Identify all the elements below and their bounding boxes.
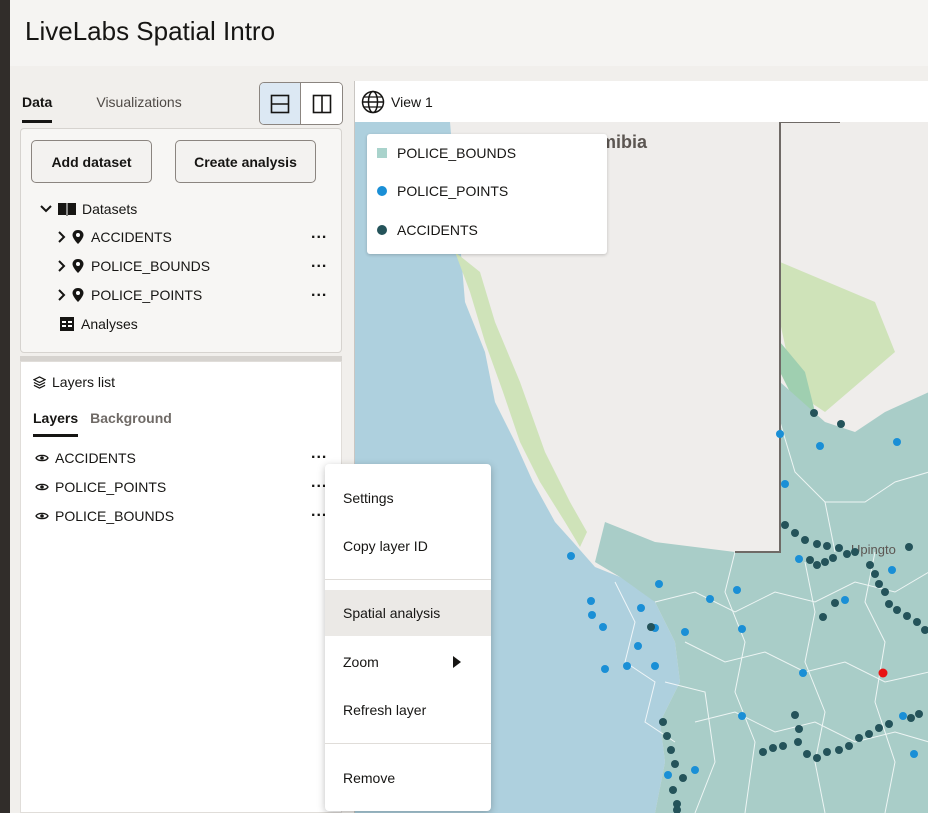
chevron-right-icon (58, 260, 66, 272)
dataset-item-police-points[interactable]: POLICE_POINTS (57, 287, 202, 303)
highlighted-point (878, 668, 888, 678)
view-header: View 1 (355, 81, 928, 122)
layers-tabs: Layers Background (33, 410, 184, 437)
add-dataset-button[interactable]: Add dataset (31, 140, 152, 183)
legend-item-police-bounds: POLICE_BOUNDS (377, 145, 516, 161)
circle-icon (377, 186, 387, 196)
square-icon (377, 148, 387, 158)
layer-name: POLICE_POINTS (55, 479, 167, 495)
layer-item-police-points[interactable]: POLICE_POINTS (35, 479, 166, 495)
legend-label: POLICE_POINTS (397, 183, 509, 199)
map-legend: POLICE_BOUNDS POLICE_POINTS ACCIDENTS (367, 134, 607, 254)
layers-card: Layers list Layers Background ACCIDENTS … (20, 361, 342, 813)
legend-label: POLICE_BOUNDS (397, 145, 517, 161)
tab-visualizations[interactable]: Visualizations (96, 94, 181, 123)
stacked-layout-icon (270, 94, 290, 113)
layers-list-header: Layers list (33, 374, 115, 390)
tab-data[interactable]: Data (22, 94, 53, 123)
menu-item-zoom[interactable]: Zoom (325, 639, 491, 685)
menu-item-refresh-layer[interactable]: Refresh layer (325, 687, 491, 733)
datasets-label: Datasets (82, 201, 138, 217)
stacked-layout-button[interactable] (260, 83, 301, 124)
dataset-name: ACCIDENTS (91, 229, 172, 245)
more-options-button[interactable]: ... (311, 445, 327, 463)
map-pin-icon (72, 259, 84, 273)
legend-label: ACCIDENTS (397, 222, 478, 238)
chevron-right-icon (58, 231, 66, 243)
more-options-button[interactable]: ... (311, 283, 327, 301)
left-panel: Data Visualizations Add dataset Create a… (10, 66, 354, 813)
dataset-item-police-bounds[interactable]: POLICE_BOUNDS (57, 258, 210, 274)
menu-item-spatial-analysis[interactable]: Spatial analysis (325, 590, 491, 636)
eye-icon[interactable] (35, 453, 49, 463)
view-title: View 1 (391, 93, 433, 110)
tab-background[interactable]: Background (90, 410, 172, 437)
app-header: LiveLabs Spatial Intro (10, 0, 928, 66)
chevron-right-icon (58, 289, 66, 301)
menu-divider (325, 579, 491, 580)
layer-name: ACCIDENTS (55, 450, 136, 466)
dataset-item-accidents[interactable]: ACCIDENTS (57, 229, 172, 245)
chevron-down-icon (40, 205, 52, 213)
layer-name: POLICE_BOUNDS (55, 508, 175, 524)
layers-icon (33, 375, 46, 389)
map-pin-icon (72, 230, 84, 244)
layer-context-menu: Settings Copy layer ID Spatial analysis … (325, 464, 491, 811)
book-icon (58, 203, 76, 216)
circle-icon (377, 225, 387, 235)
panel-tabs: Data Visualizations (22, 94, 226, 123)
layer-item-police-bounds[interactable]: POLICE_BOUNDS (35, 508, 174, 524)
side-by-side-layout-button[interactable] (301, 83, 342, 124)
datasets-node[interactable]: Datasets (39, 201, 137, 217)
eye-icon[interactable] (35, 511, 49, 521)
menu-item-label: Zoom (343, 654, 379, 670)
map-place-label: mibia (600, 132, 648, 152)
menu-item-copy-layer-id[interactable]: Copy layer ID (325, 523, 491, 569)
more-options-button[interactable]: ... (311, 225, 327, 243)
caret-right-icon (453, 656, 461, 668)
globe-icon (361, 90, 385, 113)
menu-divider (325, 743, 491, 744)
columns-layout-icon (312, 94, 331, 113)
layer-item-accidents[interactable]: ACCIDENTS (35, 450, 136, 466)
legend-item-police-points: POLICE_POINTS (377, 183, 508, 199)
eye-icon[interactable] (35, 482, 49, 492)
more-options-button[interactable]: ... (311, 254, 327, 272)
analyses-label: Analyses (81, 316, 138, 332)
page-title: LiveLabs Spatial Intro (25, 16, 276, 46)
layers-list-title: Layers list (52, 374, 116, 390)
app-side-strip (0, 0, 10, 813)
menu-item-settings[interactable]: Settings (325, 475, 491, 521)
datasets-card: Add dataset Create analysis Datasets ACC… (20, 128, 342, 353)
create-analysis-button[interactable]: Create analysis (175, 140, 316, 183)
table-icon (60, 317, 74, 331)
tab-layers[interactable]: Layers (33, 410, 79, 437)
dataset-name: POLICE_BOUNDS (91, 258, 211, 274)
analyses-node[interactable]: Analyses (59, 316, 138, 332)
map-pin-icon (72, 288, 84, 302)
dataset-name: POLICE_POINTS (91, 287, 203, 303)
menu-item-remove[interactable]: Remove (325, 755, 491, 801)
legend-item-accidents: ACCIDENTS (377, 222, 478, 238)
layout-toggle (259, 82, 343, 125)
